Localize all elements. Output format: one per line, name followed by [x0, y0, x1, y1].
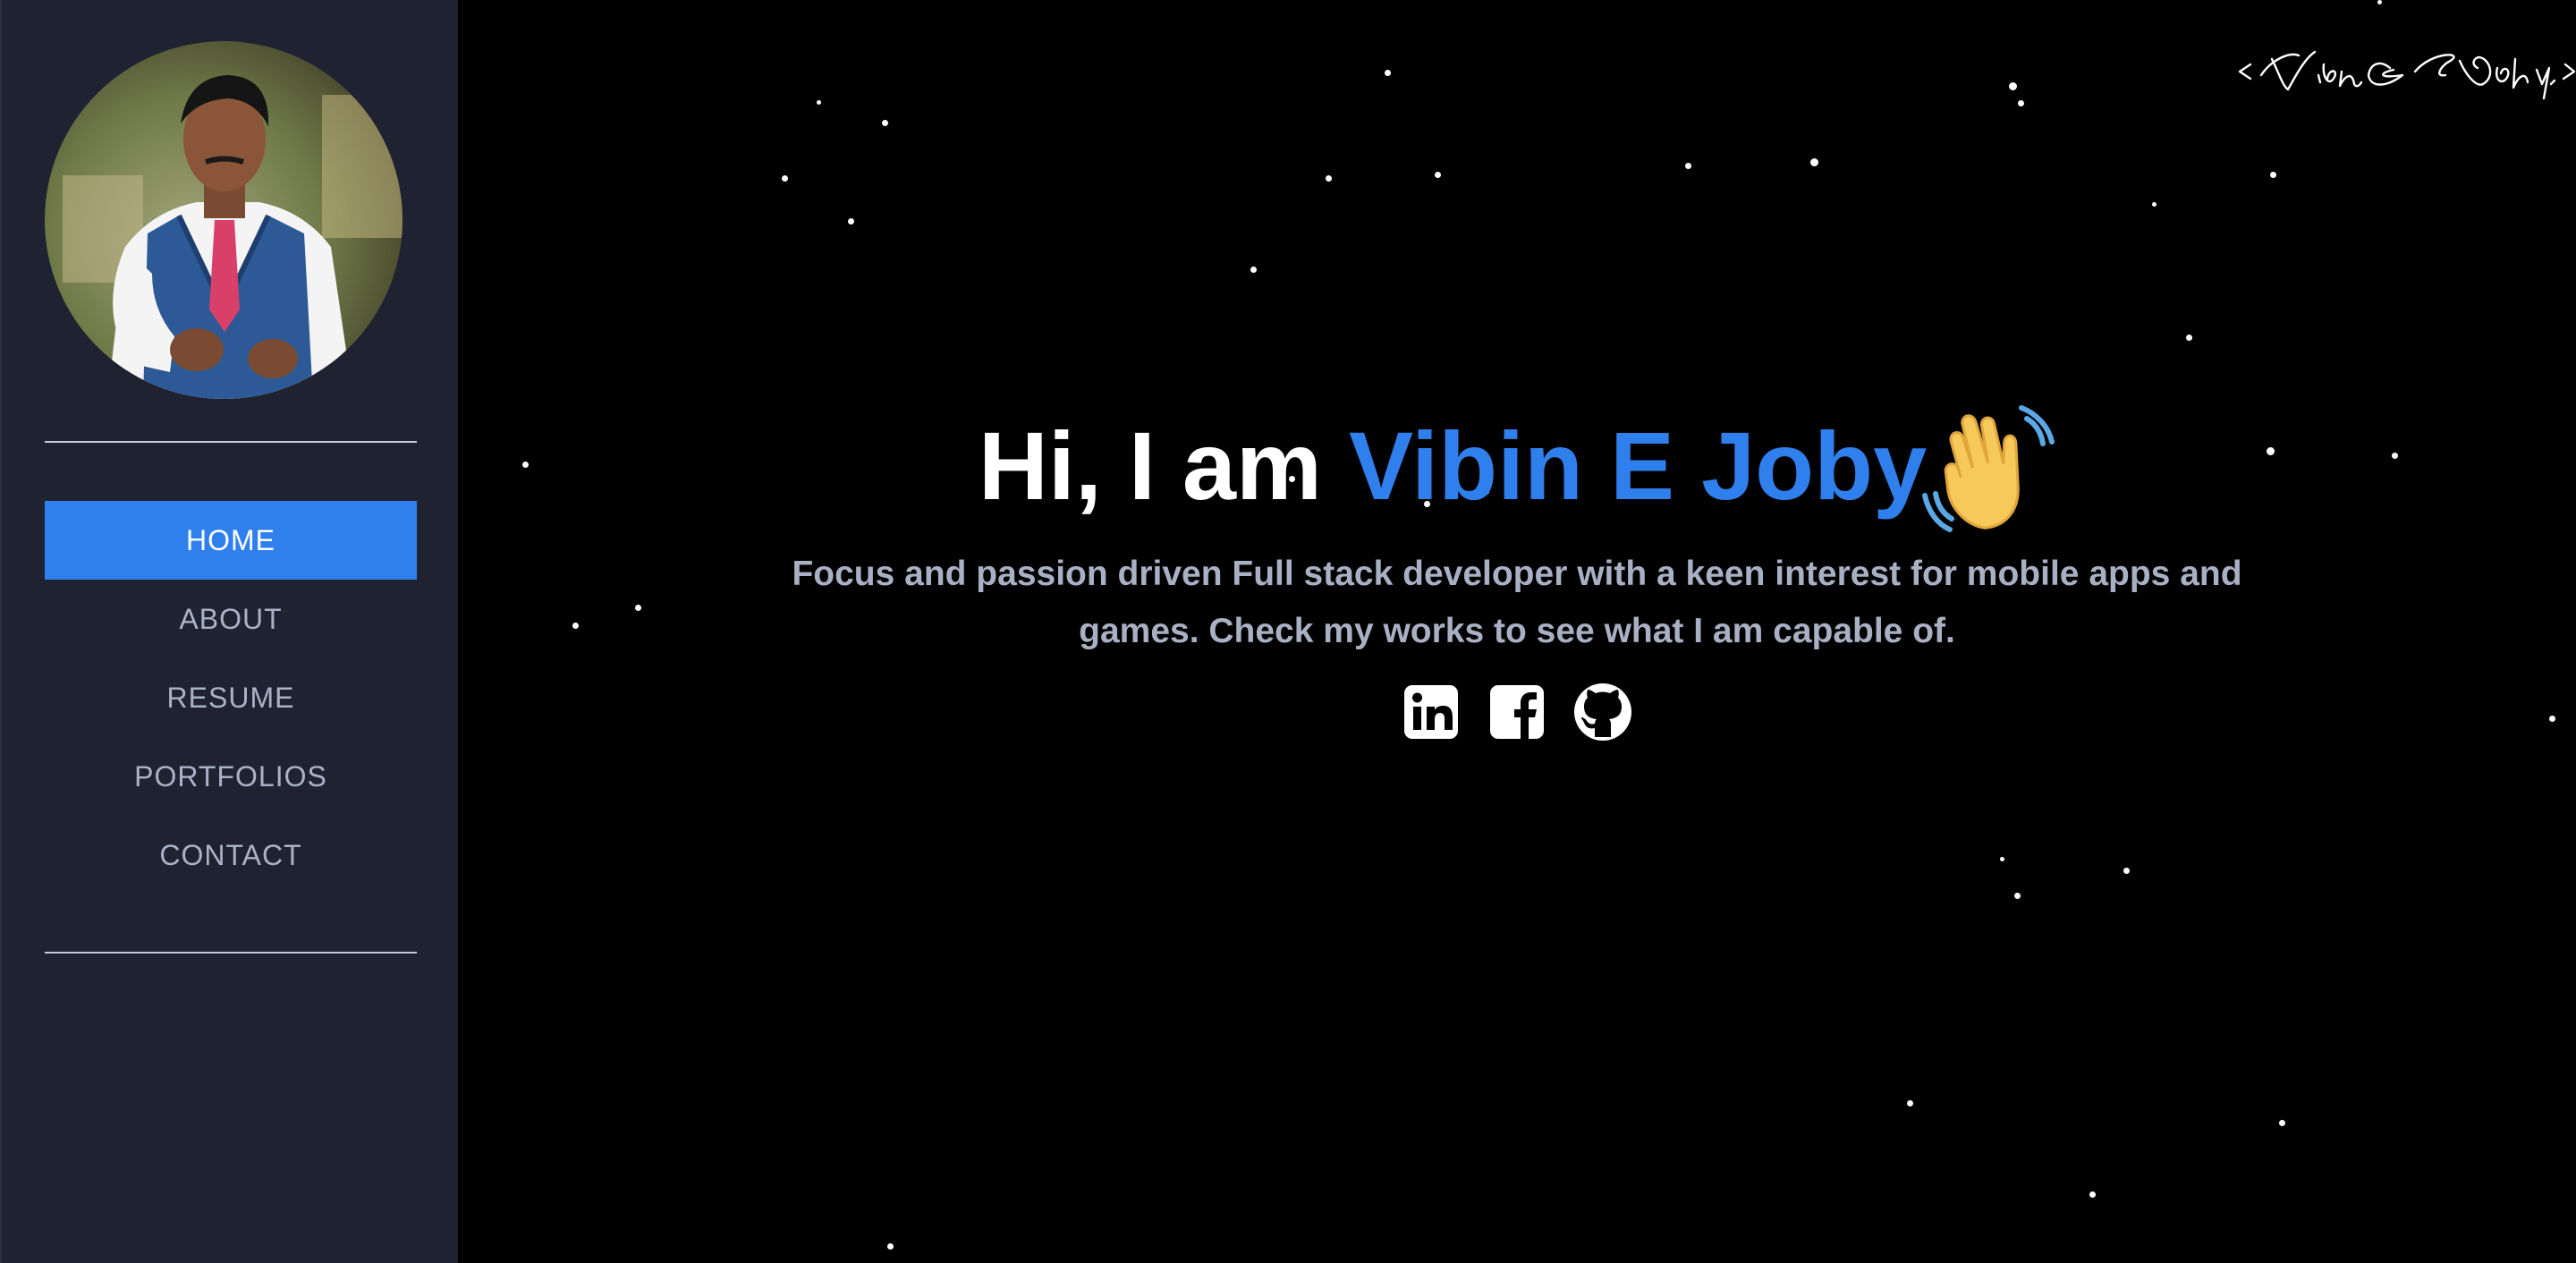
star	[2018, 100, 2024, 106]
nav-item-portfolios[interactable]: PORTFOLIOS	[45, 737, 417, 816]
sidebar-divider-top	[45, 441, 417, 443]
linkedin-icon[interactable]	[1399, 680, 1463, 744]
star	[2270, 172, 2276, 178]
star	[887, 1243, 894, 1250]
star	[2123, 868, 2130, 874]
hero-name: Vibin E Joby	[1348, 411, 1928, 520]
hero-greeting: Hi, I am	[978, 411, 1322, 520]
sidebar-nav: HOME ABOUT RESUME PORTFOLIOS CONTACT	[45, 501, 417, 894]
page: HOME ABOUT RESUME PORTFOLIOS CONTACT Hi,…	[0, 0, 2576, 1263]
star	[817, 100, 821, 105]
github-icon[interactable]	[1571, 680, 1635, 744]
facebook-icon[interactable]	[1485, 680, 1549, 744]
star	[1685, 163, 1691, 169]
hero-stage: Hi, I am Vibin E Joby Focus and passion …	[458, 0, 2576, 1263]
star	[882, 120, 888, 126]
nav-item-resume[interactable]: RESUME	[45, 658, 417, 737]
star	[1385, 70, 1391, 76]
waving-hand-icon	[1921, 401, 2055, 535]
star	[1810, 158, 1818, 166]
hero-tagline: Focus and passion driven Full stack deve…	[792, 555, 2242, 650]
signature-logo[interactable]	[2236, 32, 2576, 107]
nav-item-contact[interactable]: CONTACT	[45, 816, 417, 894]
star	[2009, 82, 2017, 90]
star	[1435, 172, 1441, 178]
star	[2014, 893, 2021, 899]
social-links	[458, 676, 2576, 748]
nav-item-about[interactable]: ABOUT	[45, 580, 417, 658]
hero-heading: Hi, I am Vibin E Joby	[458, 401, 2576, 535]
sidebar: HOME ABOUT RESUME PORTFOLIOS CONTACT	[0, 0, 458, 1263]
star	[2186, 335, 2192, 341]
star	[782, 175, 788, 182]
star	[2377, 0, 2382, 4]
star	[2152, 202, 2157, 207]
star	[2089, 1191, 2096, 1198]
star	[1907, 1100, 1913, 1106]
star	[848, 218, 854, 225]
profile-avatar	[45, 41, 402, 399]
star	[1250, 267, 1257, 273]
star	[2000, 857, 2004, 861]
sidebar-divider-bottom	[45, 952, 417, 954]
nav-item-home[interactable]: HOME	[45, 501, 417, 580]
hero: Hi, I am Vibin E Joby Focus and passion …	[458, 401, 2576, 748]
star	[2279, 1120, 2285, 1126]
star	[1326, 175, 1332, 182]
